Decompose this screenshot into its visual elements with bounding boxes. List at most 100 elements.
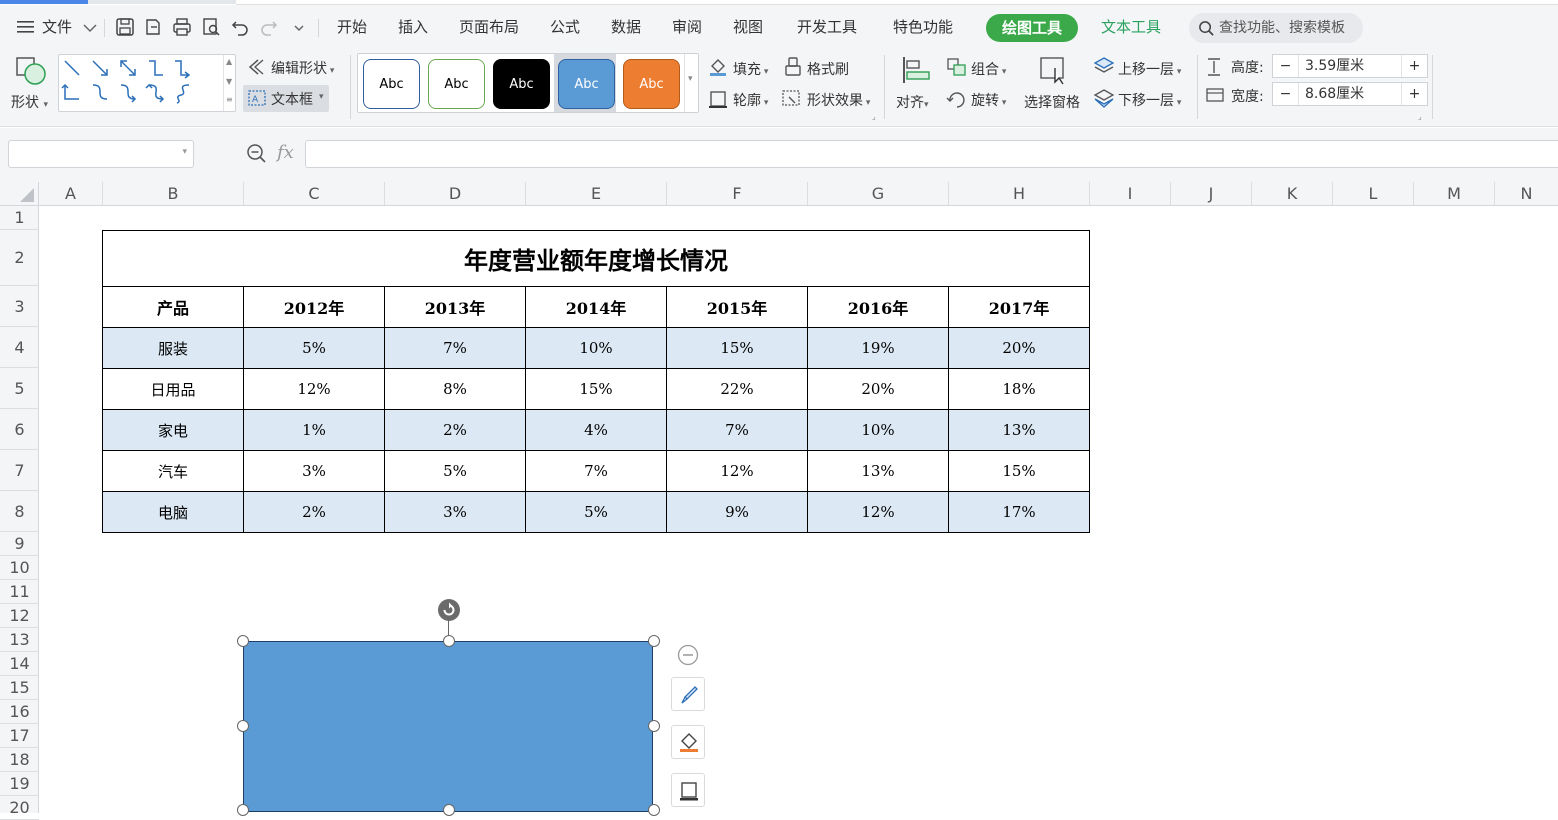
table-cell[interactable]: 电脑 xyxy=(102,491,244,533)
row-header-17[interactable]: 17 xyxy=(0,724,39,748)
redo-icon[interactable] xyxy=(259,17,279,37)
name-box[interactable]: ▾ xyxy=(8,140,194,168)
align-button[interactable]: 对齐▾ xyxy=(896,92,929,112)
align-icon[interactable] xyxy=(901,55,933,85)
column-header-k[interactable]: K xyxy=(1252,182,1333,205)
group-icon[interactable] xyxy=(946,57,968,77)
resize-handle-top[interactable] xyxy=(443,635,455,647)
column-header-g[interactable]: G xyxy=(808,182,949,205)
shape-effect-button[interactable]: 形状效果 ▾ xyxy=(807,90,870,110)
outline-button[interactable]: 轮廓 ▾ xyxy=(733,90,768,110)
table-cell[interactable]: 10% xyxy=(525,327,667,369)
table-title[interactable]: 年度营业额年度增长情况 xyxy=(102,230,1090,287)
save-icon[interactable] xyxy=(115,17,135,37)
fill-icon[interactable] xyxy=(708,57,728,77)
row-header-20[interactable]: 20 xyxy=(0,796,39,820)
resize-handle-left[interactable] xyxy=(237,720,249,732)
zoom-icon[interactable] xyxy=(246,143,268,165)
table-cell[interactable]: 15% xyxy=(525,368,667,410)
row-header-14[interactable]: 14 xyxy=(0,652,39,676)
table-cell[interactable]: 12% xyxy=(243,368,385,410)
column-header-c[interactable]: C xyxy=(244,182,385,205)
row-header-10[interactable]: 10 xyxy=(0,556,39,580)
export-icon[interactable] xyxy=(143,17,163,37)
row-header-6[interactable]: 6 xyxy=(0,409,39,450)
header-cell[interactable]: 2012年 xyxy=(243,286,385,328)
table-cell[interactable]: 3% xyxy=(243,450,385,492)
table-cell[interactable]: 7% xyxy=(384,327,526,369)
doc-tab[interactable] xyxy=(88,0,236,4)
table-cell[interactable]: 12% xyxy=(666,450,808,492)
table-cell[interactable]: 10% xyxy=(807,409,949,451)
fill-button[interactable]: 填充 ▾ xyxy=(733,59,768,79)
column-header-j[interactable]: J xyxy=(1171,182,1252,205)
selection-pane-button[interactable]: 选择窗格 xyxy=(1024,92,1080,112)
table-cell[interactable]: 8% xyxy=(384,368,526,410)
row-header-16[interactable]: 16 xyxy=(0,700,39,724)
style-sample-blue-fill[interactable]: Abc xyxy=(558,59,615,109)
print-icon[interactable] xyxy=(172,17,192,37)
resize-handle-top-left[interactable] xyxy=(237,635,249,647)
table-cell[interactable]: 17% xyxy=(948,491,1090,533)
shapes-gallery-scroll[interactable]: ▲ ▼ ≡ xyxy=(223,55,235,111)
row-header-2[interactable]: 2 xyxy=(0,230,39,286)
table-cell[interactable]: 13% xyxy=(948,409,1090,451)
header-cell[interactable]: 2015年 xyxy=(666,286,808,328)
table-cell[interactable]: 12% xyxy=(807,491,949,533)
resize-handle-bottom[interactable] xyxy=(443,804,455,816)
selection-pane-icon[interactable] xyxy=(1038,55,1070,85)
column-header-h[interactable]: H xyxy=(949,182,1090,205)
header-cell[interactable]: 2016年 xyxy=(807,286,949,328)
format-brush-icon[interactable] xyxy=(783,56,803,78)
tab-drawing-tools[interactable]: 绘图工具 xyxy=(986,14,1078,42)
formula-input[interactable] xyxy=(305,140,1558,168)
edit-shape-icon[interactable] xyxy=(248,58,268,76)
table-cell[interactable]: 5% xyxy=(384,450,526,492)
row-header-13[interactable]: 13 xyxy=(0,628,39,652)
resize-handle-bottom-right[interactable] xyxy=(648,804,660,816)
style-gallery-scroll[interactable]: ▾ xyxy=(684,54,698,112)
width-decrease-button[interactable]: − xyxy=(1273,83,1299,105)
active-doc-tab-indicator[interactable] xyxy=(0,0,88,4)
selected-rectangle-shape[interactable] xyxy=(243,641,653,812)
select-all-corner[interactable] xyxy=(0,182,39,205)
tab-formulas[interactable]: 公式 xyxy=(550,5,580,49)
table-cell[interactable]: 19% xyxy=(807,327,949,369)
tab-insert[interactable]: 插入 xyxy=(398,5,428,49)
fx-icon[interactable]: fx xyxy=(277,142,294,163)
tab-text-tools[interactable]: 文本工具 xyxy=(1101,5,1161,49)
table-cell[interactable]: 汽车 xyxy=(102,450,244,492)
column-header-d[interactable]: D xyxy=(385,182,526,205)
text-box-button[interactable]: A 文本框 ▾ xyxy=(243,85,329,112)
row-header-7[interactable]: 7 xyxy=(0,450,39,491)
tab-data[interactable]: 数据 xyxy=(611,5,641,49)
width-stepper[interactable]: − 8.68厘米 + xyxy=(1272,82,1428,106)
resize-handle-top-right[interactable] xyxy=(648,635,660,647)
style-sample-black[interactable]: Abc xyxy=(493,59,550,109)
column-header-l[interactable]: L xyxy=(1333,182,1414,205)
shape-outline-button[interactable] xyxy=(671,773,705,807)
rotate-icon[interactable] xyxy=(946,89,968,109)
row-header-18[interactable]: 18 xyxy=(0,748,39,772)
row-header-8[interactable]: 8 xyxy=(0,491,39,532)
row-header-3[interactable]: 3 xyxy=(0,286,39,327)
row-header-4[interactable]: 4 xyxy=(0,327,39,368)
style-sample-green-outline[interactable]: Abc xyxy=(428,59,485,109)
table-cell[interactable]: 2% xyxy=(243,491,385,533)
table-cell[interactable]: 日用品 xyxy=(102,368,244,410)
tab-home[interactable]: 开始 xyxy=(337,5,367,49)
table-cell[interactable]: 15% xyxy=(666,327,808,369)
shapes-button-label[interactable]: 形状 ▾ xyxy=(11,92,48,112)
column-header-a[interactable]: A xyxy=(39,182,103,205)
shape-style-button[interactable] xyxy=(671,677,705,711)
print-preview-icon[interactable] xyxy=(201,17,221,37)
table-cell[interactable]: 服装 xyxy=(102,327,244,369)
shapes-gallery[interactable]: ▲ ▼ ≡ xyxy=(58,54,236,112)
table-cell[interactable]: 22% xyxy=(666,368,808,410)
resize-handle-right[interactable] xyxy=(648,720,660,732)
table-cell[interactable]: 2% xyxy=(384,409,526,451)
column-header-n[interactable]: N xyxy=(1495,182,1558,205)
chevron-down-icon[interactable] xyxy=(80,17,100,37)
table-cell[interactable]: 18% xyxy=(948,368,1090,410)
header-cell[interactable]: 2017年 xyxy=(948,286,1090,328)
